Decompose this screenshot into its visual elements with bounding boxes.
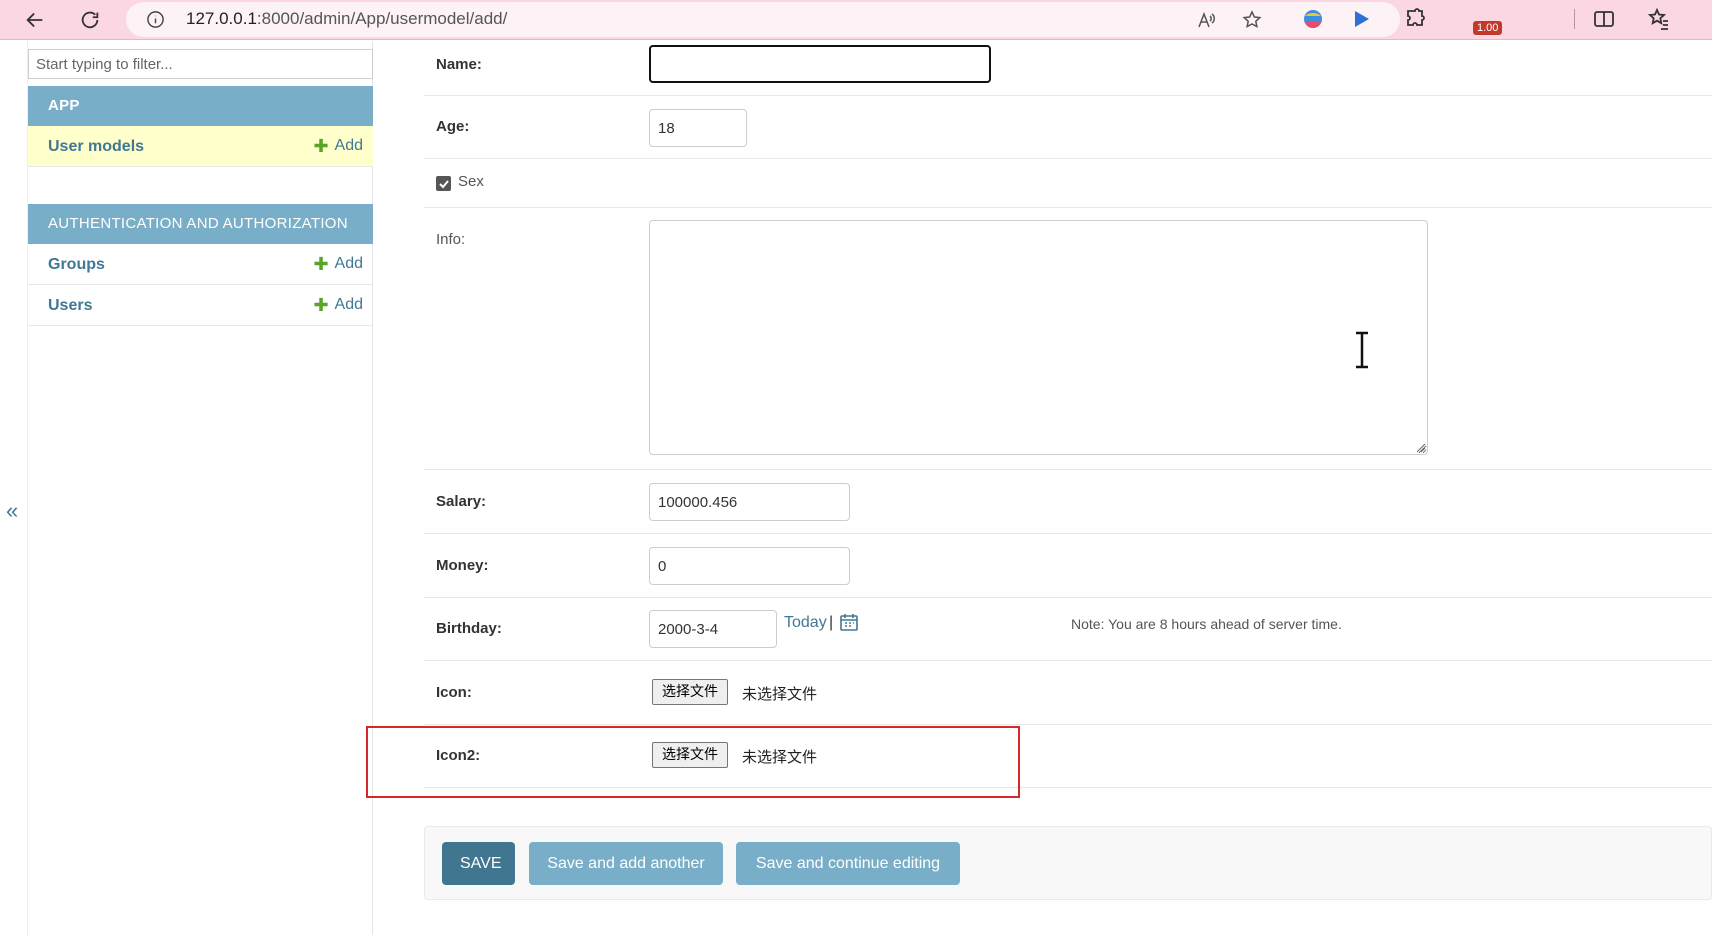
extension-colorful-icon[interactable] [1301, 7, 1325, 31]
money-label: Money: [436, 557, 489, 574]
favorites-list-icon[interactable] [1647, 7, 1671, 31]
add-group-link[interactable]: ✚ Add [313, 255, 363, 273]
birthday-label: Birthday: [436, 620, 502, 637]
save-button[interactable]: SAVE [442, 842, 515, 885]
admin-sidebar [0, 41, 373, 935]
play-extension-icon[interactable] [1350, 7, 1374, 31]
arrow-left-icon [26, 12, 43, 28]
form-row-money: Money: [424, 534, 1712, 598]
salary-label: Salary: [436, 493, 487, 510]
link-separator: | [829, 614, 834, 631]
save-and-continue-button[interactable]: Save and continue editing [736, 842, 960, 885]
toolbar-divider [1574, 9, 1575, 29]
icon2-label: Icon2: [436, 747, 481, 764]
info-textarea[interactable] [649, 220, 1428, 455]
model-link-user-models[interactable]: User models [48, 138, 144, 156]
form-row-birthday: Birthday: [424, 598, 1712, 661]
form-row-age: Age: [424, 96, 1712, 159]
form-row-name: Name: [424, 41, 1712, 96]
icon-label: Icon: [436, 684, 472, 701]
model-link-groups[interactable]: Groups [48, 256, 105, 274]
name-input[interactable] [649, 45, 991, 83]
age-label: Age: [436, 118, 470, 135]
checkmark-icon [438, 179, 449, 188]
sidebar-item-user-models[interactable]: User models ✚ Add [28, 126, 373, 167]
back-button[interactable] [19, 4, 51, 36]
sex-checkbox[interactable] [436, 176, 451, 191]
form-row-icon: Icon: [424, 661, 1712, 725]
nav-filter-input[interactable] [28, 49, 373, 79]
age-input[interactable] [649, 109, 747, 147]
sidebar-item-users[interactable]: Users ✚ Add [28, 285, 373, 326]
plus-icon: ✚ [313, 295, 329, 315]
favorite-star-icon[interactable] [1242, 10, 1262, 30]
sidebar-toggle-gutter [0, 41, 28, 935]
icon2-choose-file-button[interactable]: 选择文件 [652, 742, 728, 768]
reload-icon [81, 11, 99, 29]
plus-icon: ✚ [313, 254, 329, 274]
today-link[interactable]: Today [784, 614, 827, 632]
timezone-note: Note: You are 8 hours ahead of server ti… [1071, 616, 1342, 632]
birthday-input[interactable] [649, 610, 777, 648]
info-label: Info: [436, 231, 466, 248]
url-text: 127.0.0.1:8000/admin/App/usermodel/add/ [186, 9, 508, 28]
salary-input[interactable] [649, 483, 850, 521]
read-aloud-icon[interactable] [1196, 10, 1216, 30]
resize-handle-icon[interactable] [1414, 441, 1426, 453]
add-user-model-link[interactable]: ✚ Add [313, 137, 363, 155]
name-label: Name: [436, 56, 482, 73]
form-row-salary: Salary: [424, 470, 1712, 534]
extension-badge: 1.00 [1473, 21, 1503, 35]
sidebar-item-groups[interactable]: Groups ✚ Add [28, 244, 373, 285]
icon-file-status: 未选择文件 [742, 685, 818, 703]
plus-icon: ✚ [313, 136, 329, 156]
sidebar-collapse-toggle[interactable]: « [6, 498, 18, 524]
text-cursor-icon [1356, 331, 1368, 369]
module-caption-auth[interactable]: AUTHENTICATION AND AUTHORIZATION [28, 204, 373, 244]
info-icon[interactable] [146, 10, 165, 29]
icon-choose-file-button[interactable]: 选择文件 [652, 679, 728, 705]
save-and-add-another-button[interactable]: Save and add another [529, 842, 723, 885]
icon2-file-status: 未选择文件 [742, 748, 818, 766]
reload-button[interactable] [74, 4, 106, 36]
extensions-puzzle-icon[interactable] [1403, 7, 1427, 31]
calendar-icon[interactable] [839, 612, 859, 632]
add-user-link[interactable]: ✚ Add [313, 296, 363, 314]
money-input[interactable] [649, 547, 850, 585]
form-row-icon2: Icon2: [424, 725, 1712, 788]
submit-row: SAVE Save and add another Save and conti… [424, 826, 1712, 900]
browser-toolbar: 127.0.0.1:8000/admin/App/usermodel/add/ … [0, 0, 1712, 40]
split-screen-icon[interactable] [1592, 7, 1616, 31]
module-caption-app[interactable]: APP [28, 86, 373, 126]
address-bar[interactable]: 127.0.0.1:8000/admin/App/usermodel/add/ [126, 2, 1400, 37]
sex-label: Sex [458, 173, 484, 190]
model-link-users[interactable]: Users [48, 297, 92, 315]
form-row-sex [424, 159, 1712, 208]
